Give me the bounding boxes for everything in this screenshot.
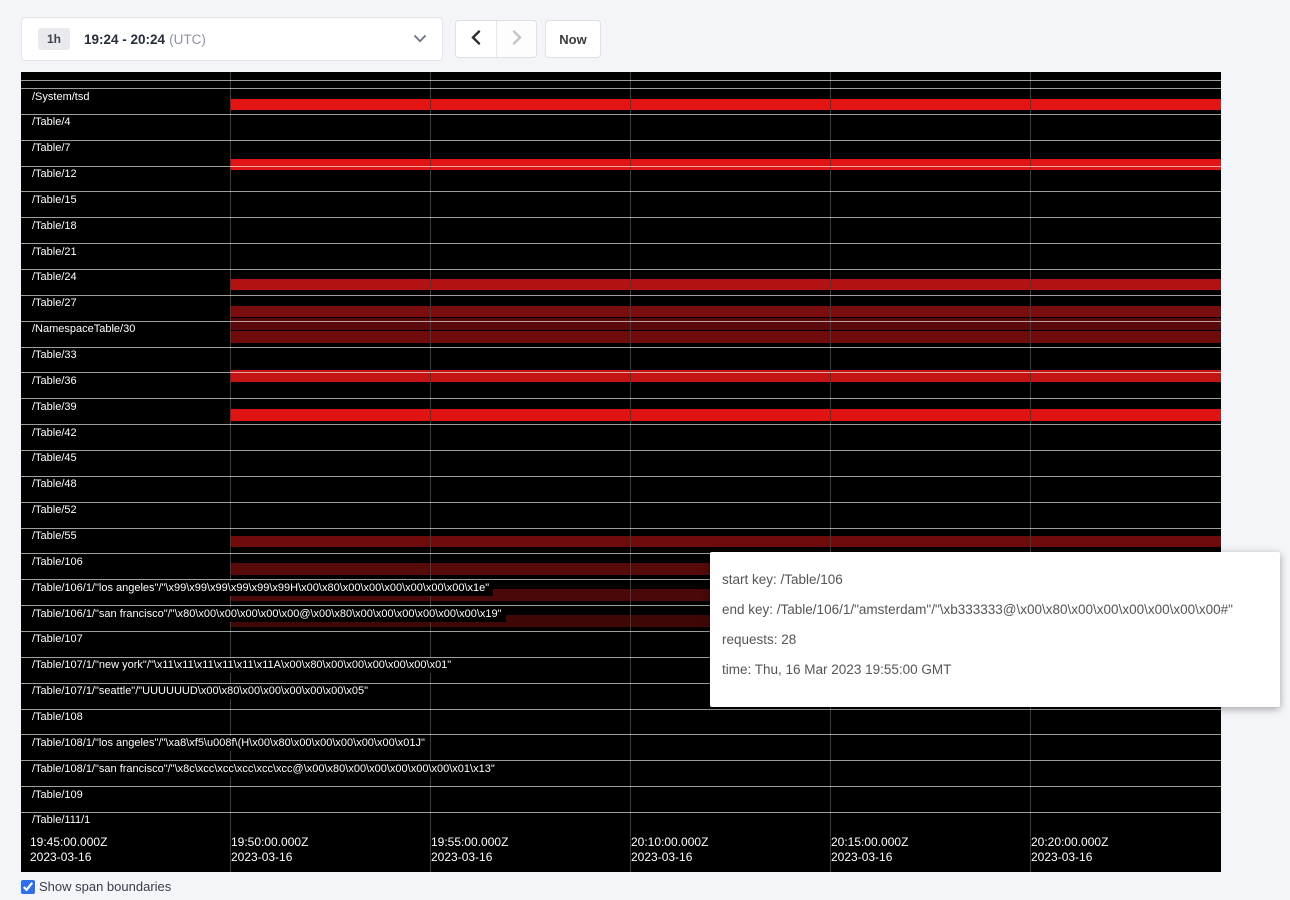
span-key-label: /Table/108/1/"los angeles"/"\xa8\xf5\u00… (31, 736, 429, 751)
span-key-label: /Table/106 (31, 555, 87, 570)
span-boundary-line (21, 502, 1221, 503)
time-range-badge: 1h (38, 28, 70, 50)
span-boundary-line (21, 88, 1221, 89)
x-axis-tick-date: 2023-03-16 (631, 850, 708, 865)
span-key-label: /Table/55 (31, 529, 81, 544)
x-axis-tick-date: 2023-03-16 (831, 850, 908, 865)
x-axis-tick-date: 2023-03-16 (231, 850, 308, 865)
hover-tooltip: start key: /Table/106 end key: /Table/10… (710, 552, 1280, 707)
x-axis-tick-time: 19:50:00.000Z (231, 835, 308, 850)
span-key-label: /Table/33 (31, 348, 81, 363)
span-key-label: /NamespaceTable/30 (31, 322, 139, 337)
tooltip-end-key: end key: /Table/106/1/"amsterdam"/"\xb33… (722, 601, 1268, 618)
span-key-label: /Table/18 (31, 219, 81, 234)
span-boundary-line (21, 786, 1221, 787)
heatmap-band[interactable] (231, 159, 1221, 170)
span-key-label: /Table/106/1/"san francisco"/"\x80\x00\x… (31, 607, 506, 622)
prev-range-button[interactable] (456, 21, 496, 57)
span-boundary-line (21, 528, 1221, 529)
chevron-down-icon (414, 35, 426, 43)
next-range-button[interactable] (496, 21, 536, 57)
x-axis-tick-time: 19:55:00.000Z (431, 835, 508, 850)
span-key-label: /Table/36 (31, 374, 81, 389)
x-axis-tick: 20:10:00.000Z2023-03-16 (631, 835, 708, 865)
span-key-label: /Table/27 (31, 296, 81, 311)
x-axis-tick-time: 19:45:00.000Z (30, 835, 107, 850)
heatmap-band[interactable] (231, 536, 1221, 547)
span-boundary-line (21, 424, 1221, 425)
span-key-label: /Table/107/1/"seattle"/"UUUUUUD\x00\x80\… (31, 684, 372, 699)
span-key-label: /Table/45 (31, 451, 81, 466)
span-boundary-line (21, 812, 1221, 813)
span-key-label: /Table/108/1/"san francisco"/"\x8c\xcc\x… (31, 762, 499, 777)
time-nav-button-group (455, 20, 537, 58)
time-range-value: 19:24 - 20:24 (84, 32, 165, 47)
x-axis-tick: 19:50:00.000Z2023-03-16 (231, 835, 308, 865)
span-key-label: /Table/107/1/"new york"/"\x11\x11\x11\x1… (31, 658, 455, 673)
span-key-label: /Table/39 (31, 400, 81, 415)
heatmap-band[interactable] (231, 331, 1221, 343)
span-key-label: /Table/12 (31, 167, 81, 182)
span-boundary-line (21, 114, 1221, 115)
time-range-text: 19:24 - 20:24 (UTC) (84, 32, 206, 47)
span-key-label: /Table/52 (31, 503, 81, 518)
time-range-timezone: (UTC) (169, 32, 206, 47)
span-key-label: /Table/107 (31, 632, 87, 647)
span-boundary-line (21, 191, 1221, 192)
span-boundary-line (21, 347, 1221, 348)
time-toolbar: 1h 19:24 - 20:24 (UTC) Now (21, 16, 1290, 62)
span-key-label: /Table/7 (31, 141, 75, 156)
x-axis-tick: 20:15:00.000Z2023-03-16 (831, 835, 908, 865)
span-boundary-line (21, 709, 1221, 710)
heatmap-band[interactable] (231, 99, 1221, 110)
span-key-label: /Table/109 (31, 788, 87, 803)
key-visualizer-canvas[interactable]: 20:20:00.000Z2023-03-1620:15:00.000Z2023… (21, 72, 1221, 872)
span-key-label: /Table/111/1 (31, 813, 94, 828)
span-key-label: /Table/106/1/"los angeles"/"\x99\x99\x99… (31, 581, 493, 596)
span-boundary-line (21, 269, 1221, 270)
span-key-label: /Table/108 (31, 710, 87, 725)
x-axis-tick-time: 20:10:00.000Z (631, 835, 708, 850)
span-boundary-line (21, 476, 1221, 477)
x-axis-tick-time: 20:20:00.000Z (1031, 835, 1108, 850)
span-key-label: /Table/24 (31, 270, 81, 285)
span-key-label: /System/tsd (31, 90, 93, 105)
tooltip-requests: requests: 28 (722, 631, 1268, 648)
x-axis-tick: 19:55:00.000Z2023-03-16 (431, 835, 508, 865)
span-boundary-line (21, 217, 1221, 218)
x-axis-tick-date: 2023-03-16 (30, 850, 107, 865)
span-boundary-line (21, 295, 1221, 296)
span-key-label: /Table/4 (31, 115, 75, 130)
tooltip-start-key: start key: /Table/106 (722, 571, 1268, 588)
span-boundary-line (21, 398, 1221, 399)
x-axis-tick: 19:45:00.000Z2023-03-16 (30, 835, 107, 865)
span-boundary-line (21, 450, 1221, 451)
span-boundary-line (21, 80, 1221, 81)
x-axis-tick-time: 20:15:00.000Z (831, 835, 908, 850)
tooltip-time: time: Thu, 16 Mar 2023 19:55:00 GMT (722, 661, 1268, 678)
key-visualizer-page: 1h 19:24 - 20:24(UTC) Now 20:20:00.000Z2… (0, 0, 1290, 894)
heatmap-band[interactable] (231, 409, 1221, 421)
span-key-label: /Table/42 (31, 426, 81, 441)
x-axis-tick-date: 2023-03-16 (431, 850, 508, 865)
show-span-boundaries-control: Show span boundaries (21, 879, 1290, 894)
span-key-label: /Table/21 (31, 245, 81, 260)
show-span-boundaries-checkbox[interactable] (21, 880, 35, 894)
time-range-select[interactable]: 1h 19:24 - 20:24 (UTC) (21, 17, 443, 61)
now-button[interactable]: Now (545, 20, 601, 58)
span-key-label: /Table/15 (31, 193, 81, 208)
x-axis-tick: 20:20:00.000Z2023-03-16 (1031, 835, 1108, 865)
span-boundary-line (21, 166, 1221, 167)
heatmap-band[interactable] (231, 279, 1221, 290)
show-span-boundaries-label: Show span boundaries (39, 879, 171, 894)
span-boundary-line (21, 243, 1221, 244)
span-boundary-line (21, 321, 1221, 322)
x-axis-tick-date: 2023-03-16 (1031, 850, 1108, 865)
span-boundary-line (21, 372, 1221, 373)
span-key-label: /Table/48 (31, 477, 81, 492)
chevron-right-icon (512, 30, 522, 48)
chevron-left-icon (471, 30, 481, 48)
span-boundary-line (21, 140, 1221, 141)
heatmap-band[interactable] (231, 306, 1221, 317)
